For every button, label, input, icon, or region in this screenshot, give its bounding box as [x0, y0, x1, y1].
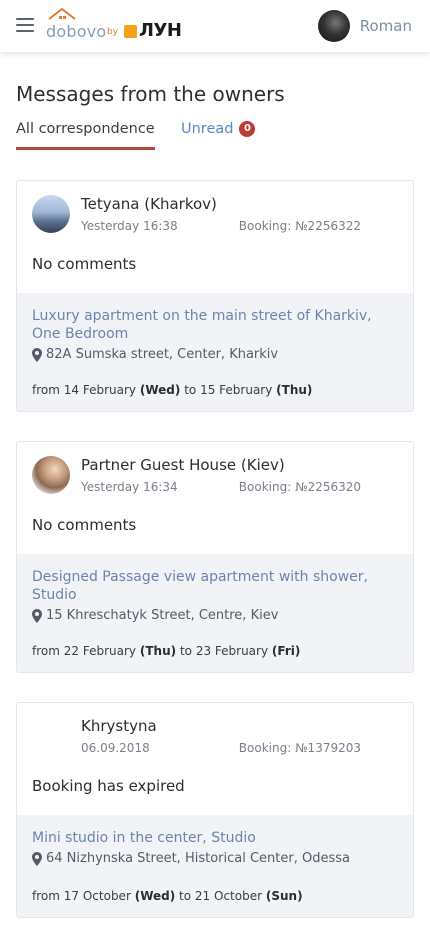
message-date: Yesterday 16:34	[81, 480, 178, 494]
to-word: to	[179, 889, 192, 903]
owner-avatar	[32, 195, 70, 233]
user-menu[interactable]: Roman	[317, 10, 412, 42]
message-comment: No comments	[32, 516, 137, 534]
from-word: from	[32, 644, 60, 658]
tab-all-correspondence[interactable]: All correspondence	[16, 121, 155, 150]
address-text: 64 Nizhynska Street, Historical Center, …	[46, 851, 350, 866]
apartment-title[interactable]: Designed Passage view apartment with sho…	[32, 568, 398, 604]
to-day: (Fri)	[271, 644, 301, 658]
address-text: 82A Sumska street, Center, Kharkiv	[46, 347, 279, 362]
tab-unread-label: Unread	[181, 121, 234, 137]
from-date: 17 October	[63, 889, 131, 903]
to-day: (Sun)	[265, 889, 303, 903]
message-comment: Booking has expired	[32, 777, 185, 795]
message-card[interactable]: Tetyana (Kharkov) Yesterday 16:38 Bookin…	[16, 180, 414, 412]
to-date: 15 February	[200, 383, 273, 397]
message-date: Yesterday 16:38	[81, 219, 178, 233]
logo-lun-text: ЛУН	[139, 20, 182, 41]
stay-dates: from 22 February (Thu) to 23 February (F…	[32, 644, 300, 658]
from-word: from	[32, 889, 60, 903]
to-date: 21 October	[194, 889, 263, 903]
tab-all-label: All correspondence	[16, 121, 155, 137]
to-word: to	[179, 644, 192, 658]
from-word: from	[32, 383, 60, 397]
dobovo-logo[interactable]: dobovo by ЛУН	[45, 7, 185, 43]
from-date: 14 February	[63, 383, 137, 397]
owner-avatar	[32, 456, 70, 494]
from-date: 22 February	[63, 644, 137, 658]
message-card[interactable]: Partner Guest House (Kiev) Yesterday 16:…	[16, 441, 414, 673]
map-pin-icon	[32, 608, 42, 623]
lun-logo-icon	[124, 25, 137, 38]
owner-name: Khrystyna	[81, 717, 157, 735]
from-day: (Wed)	[134, 889, 176, 903]
booking-number: Booking: №2256322	[238, 219, 361, 233]
message-card[interactable]: Khrystyna 06.09.2018 Booking: №1379203 B…	[16, 702, 414, 918]
apartment-info: Designed Passage view apartment with sho…	[17, 554, 413, 672]
from-day: (Wed)	[139, 383, 181, 397]
apartment-address: 82A Sumska street, Center, Kharkiv	[32, 347, 398, 362]
hamburger-menu-icon[interactable]	[16, 18, 34, 32]
to-date: 23 February	[195, 644, 269, 658]
map-pin-icon	[32, 347, 42, 362]
tab-unread[interactable]: Unread 0	[181, 121, 256, 137]
page-title: Messages from the owners	[16, 82, 285, 106]
message-date: 06.09.2018	[81, 741, 150, 755]
address-text: 15 Khreschatyk Street, Centre, Kiev	[46, 608, 279, 623]
stay-dates: from 17 October (Wed) to 21 October (Sun…	[32, 889, 303, 903]
from-day: (Thu)	[139, 644, 177, 658]
owner-name: Partner Guest House (Kiev)	[81, 456, 285, 474]
apartment-info: Mini studio in the center, Studio 64 Niz…	[17, 815, 413, 917]
message-tabs: All correspondence Unread 0	[16, 121, 416, 151]
to-day: (Thu)	[276, 383, 313, 397]
booking-number: Booking: №1379203	[238, 741, 361, 755]
to-word: to	[184, 383, 197, 397]
apartment-title[interactable]: Mini studio in the center, Studio	[32, 829, 398, 847]
app-header: dobovo by ЛУН Roman	[0, 0, 430, 52]
owner-name: Tetyana (Kharkov)	[81, 195, 217, 213]
apartment-address: 64 Nizhynska Street, Historical Center, …	[32, 851, 398, 866]
stay-dates: from 14 February (Wed) to 15 February (T…	[32, 383, 312, 397]
booking-number: Booking: №2256320	[238, 480, 361, 494]
apartment-info: Luxury apartment on the main street of K…	[17, 293, 413, 411]
logo-by-text: by	[107, 27, 119, 37]
unread-count-badge: 0	[239, 121, 256, 137]
apartment-address: 15 Khreschatyk Street, Centre, Kiev	[32, 608, 398, 623]
user-name[interactable]: Roman	[360, 17, 412, 35]
apartment-title[interactable]: Luxury apartment on the main street of K…	[32, 307, 398, 343]
message-comment: No comments	[32, 255, 137, 273]
user-avatar[interactable]	[317, 10, 350, 42]
logo-dobovo-text: dobovo	[46, 22, 107, 41]
map-pin-icon	[32, 851, 42, 866]
